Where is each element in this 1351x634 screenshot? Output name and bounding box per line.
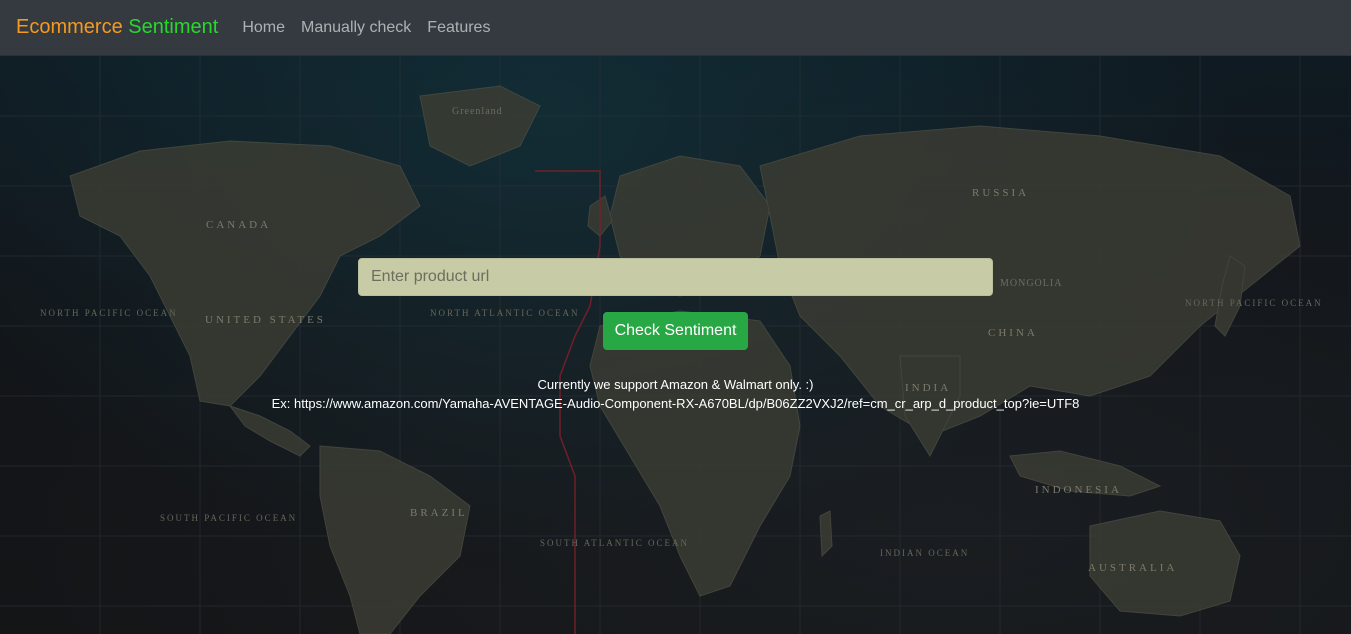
map-label-south-pacific: SOUTH PACIFIC OCEAN [160,513,297,523]
map-label-australia: AUSTRALIA [1088,562,1177,574]
map-label-indian-ocean: INDIAN OCEAN [880,548,969,558]
nav-link-manually-check[interactable]: Manually check [293,19,419,37]
product-url-input[interactable] [358,258,993,296]
top-navbar: Ecommerce Sentiment Home Manually check … [0,0,1351,56]
brand-text-ecommerce: Ecommerce [16,16,123,38]
nav-link-home[interactable]: Home [234,19,293,37]
map-label-united-states: UNITED STATES [205,314,326,326]
map-label-canada: CANADA [206,219,271,231]
brand-text-sentiment: Sentiment [128,16,219,38]
map-label-south-atlantic: SOUTH ATLANTIC OCEAN [540,538,689,548]
example-url-text: Ex: https://www.amazon.com/Yamaha-AVENTA… [271,396,1080,411]
map-label-china: CHINA [988,327,1038,339]
map-label-mongolia: MONGOLIA [1000,278,1062,289]
map-label-greenland: Greenland [452,106,503,117]
support-notice-text: Currently we support Amazon & Walmart on… [537,377,814,392]
map-label-russia: RUSSIA [972,187,1029,199]
map-label-brazil: BRAZIL [410,507,468,519]
map-label-north-pacific-left: NORTH PACIFIC OCEAN [40,308,178,318]
check-sentiment-button[interactable]: Check Sentiment [603,312,748,350]
brand-logo[interactable]: Ecommerce Sentiment [16,16,218,39]
map-label-north-pacific-right: NORTH PACIFIC OCEAN [1185,298,1323,308]
map-label-indonesia: INDONESIA [1035,484,1122,496]
map-label-north-atlantic: NORTH ATLANTIC OCEAN [430,308,579,318]
nav-link-features[interactable]: Features [419,19,498,37]
